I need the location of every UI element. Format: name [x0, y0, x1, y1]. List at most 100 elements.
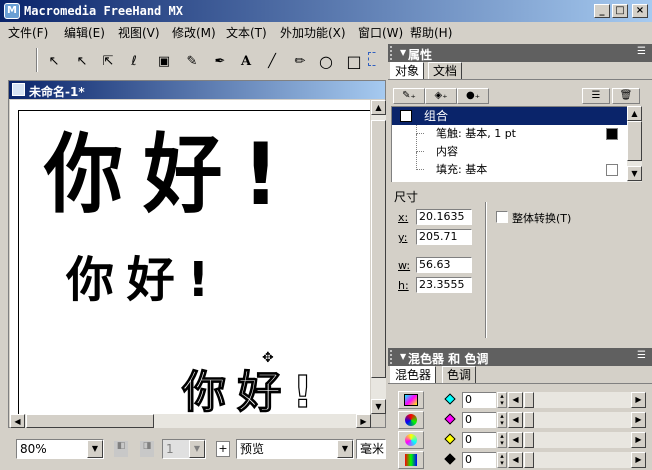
menu-modify[interactable]: 修改(M) [172, 24, 216, 41]
view-mode-select[interactable]: 预览 ▼ [236, 439, 354, 459]
pen-tool-icon[interactable]: ✒ [210, 52, 230, 72]
horizontal-scroll-thumb[interactable] [26, 414, 154, 428]
scroll-right-icon[interactable]: ▶ [356, 414, 371, 428]
menu-edit[interactable]: 编辑(E) [64, 24, 105, 41]
yellow-slider[interactable]: ◀ ▶ [508, 432, 646, 448]
slider-right-icon[interactable]: ▶ [631, 432, 646, 448]
magenta-spin-icon[interactable]: ▴ ▾ [497, 412, 507, 428]
slider-left-icon[interactable]: ◀ [508, 452, 523, 468]
eyedropper-tool-icon[interactable]: ✎ [182, 52, 202, 72]
scroll-down-icon[interactable]: ▼ [371, 399, 386, 414]
cmyk-mode-button[interactable] [398, 391, 424, 409]
system-mode-button[interactable] [398, 451, 424, 469]
add-effect-button[interactable]: ●₊ [457, 88, 489, 104]
panel-options-icon[interactable]: ☰ [637, 46, 646, 57]
page-tool-icon[interactable]: ⇱ [98, 52, 118, 72]
page-dropdown-icon[interactable]: ▼ [189, 440, 205, 458]
black-spin-icon[interactable]: ▴ ▾ [497, 452, 507, 468]
rgb-mode-button[interactable] [398, 411, 424, 429]
collapse-triangle-icon[interactable]: ▼ [400, 352, 406, 361]
zoom-select[interactable]: 80% ▼ [16, 439, 104, 459]
tree-row-group[interactable]: 组合 [392, 107, 628, 125]
delete-attribute-button[interactable]: 🗑 [612, 88, 640, 104]
rectangle-tool-icon[interactable]: □ [344, 52, 364, 72]
slider-right-icon[interactable]: ▶ [631, 412, 646, 428]
black-field[interactable]: 0 [462, 452, 496, 468]
trace-tool-icon[interactable]: ▣ [154, 52, 174, 72]
add-page-icon[interactable]: + [216, 441, 230, 457]
panel-options-icon[interactable]: ☰ [637, 350, 646, 361]
outlined-text[interactable]: 你 好 ! [181, 356, 313, 414]
zoom-dropdown-icon[interactable]: ▼ [87, 440, 103, 458]
vertical-scroll-thumb[interactable] [371, 120, 386, 378]
tab-object[interactable]: 对象 [390, 62, 425, 79]
ellipse-tool-icon[interactable]: ○ [316, 52, 336, 72]
tree-scroll-down-icon[interactable]: ▼ [627, 166, 642, 181]
yellow-spin-icon[interactable]: ▴ ▾ [497, 432, 507, 448]
slider-left-icon[interactable]: ◀ [508, 432, 523, 448]
pencil-tool-icon[interactable]: ✏ [290, 52, 310, 72]
maximize-button[interactable]: □ [612, 4, 628, 18]
magenta-slider[interactable]: ◀ ▶ [508, 412, 646, 428]
scroll-left-icon[interactable]: ◀ [10, 414, 25, 428]
pointer-tool-icon[interactable]: ↖ [44, 52, 64, 72]
tree-row-stroke[interactable]: 笔触: 基本, 1 pt [392, 125, 628, 143]
tree-row-fill[interactable]: 填充: 基本 [392, 152, 628, 179]
panel-grip[interactable] [390, 350, 398, 364]
collapse-triangle-icon[interactable]: ▼ [400, 48, 406, 57]
drawing-canvas[interactable]: 你 好 ! 你 好 ! 你 好 ! ✥ [10, 100, 370, 414]
next-page-icon[interactable]: ◨ [140, 441, 154, 457]
panel-grip[interactable] [390, 46, 398, 60]
tab-tints[interactable]: 色调 [442, 366, 477, 383]
tree-row-content[interactable]: 内容 [392, 134, 628, 161]
minimize-button[interactable]: _ [594, 4, 610, 18]
black-slider[interactable]: ◀ ▶ [508, 452, 646, 468]
tree-scroll-thumb[interactable] [627, 121, 642, 161]
cyan-slider-thumb[interactable] [524, 392, 534, 408]
tree-scroll-up-icon[interactable]: ▲ [627, 106, 642, 121]
medium-text[interactable]: 你 好 ! [66, 240, 209, 310]
subselect-tool-icon[interactable]: ↖ [72, 52, 92, 72]
properties-panel-header[interactable]: ▼ 属性 ☰ [388, 44, 652, 62]
magenta-slider-thumb[interactable] [524, 412, 534, 428]
horizontal-scrollbar[interactable]: ◀ ▶ [10, 414, 371, 428]
add-stroke-button[interactable]: ✎₊ [393, 88, 425, 104]
menu-text[interactable]: 文本(T) [226, 24, 267, 41]
menu-help[interactable]: 帮助(H) [410, 24, 452, 41]
slider-left-icon[interactable]: ◀ [508, 392, 523, 408]
add-fill-button[interactable]: ◈₊ [425, 88, 457, 104]
yellow-slider-thumb[interactable] [524, 432, 534, 448]
cyan-spin-icon[interactable]: ▴ ▾ [497, 392, 507, 408]
units-select[interactable]: 毫米 [356, 439, 386, 459]
menu-xtras[interactable]: 外加功能(X) [280, 24, 346, 41]
hls-mode-button[interactable] [398, 431, 424, 449]
yellow-field[interactable]: 0 [462, 432, 496, 448]
cyan-slider[interactable]: ◀ ▶ [508, 392, 646, 408]
stroke-color-swatch[interactable] [606, 128, 618, 140]
x-field[interactable]: 20.1635 [416, 209, 472, 225]
lasso-tool-icon[interactable]: ℓ [124, 52, 144, 72]
scroll-up-icon[interactable]: ▲ [371, 100, 386, 115]
h-field[interactable]: 23.3555 [416, 277, 472, 293]
page-select[interactable]: 1 ▼ [162, 439, 206, 459]
slider-right-icon[interactable]: ▶ [631, 452, 646, 468]
duplicate-attribute-button[interactable]: ☰ [582, 88, 610, 104]
y-field[interactable]: 205.71 [416, 229, 472, 245]
cyan-field[interactable]: 0 [462, 392, 496, 408]
menu-window[interactable]: 窗口(W) [358, 24, 403, 41]
tree-scrollbar[interactable]: ▲ ▼ [627, 106, 642, 182]
line-tool-icon[interactable]: ╱ [262, 52, 282, 72]
black-slider-thumb[interactable] [524, 452, 534, 468]
mixer-panel-header[interactable]: ▼ 混色器 和 色调 ☰ [388, 348, 652, 366]
vertical-scrollbar[interactable]: ▲ ▼ [371, 100, 386, 414]
menu-view[interactable]: 视图(V) [118, 24, 160, 41]
group-checkbox[interactable] [400, 110, 412, 122]
fill-color-swatch[interactable] [606, 164, 618, 176]
text-tool-icon[interactable]: A [236, 52, 256, 72]
transform-as-unit-checkbox[interactable] [496, 211, 508, 223]
large-text[interactable]: 你 好 ! [44, 104, 279, 229]
close-button[interactable]: × [632, 4, 648, 18]
slider-left-icon[interactable]: ◀ [508, 412, 523, 428]
w-field[interactable]: 56.63 [416, 257, 472, 273]
magenta-field[interactable]: 0 [462, 412, 496, 428]
